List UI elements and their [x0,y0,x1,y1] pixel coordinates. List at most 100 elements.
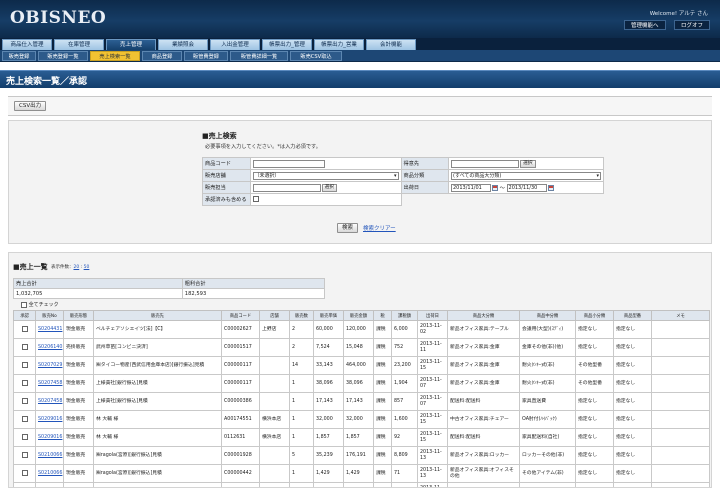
column-header: 販売No [35,310,64,321]
cell-code: C00000117 [221,356,260,375]
cell-no: S0206140 [35,338,64,357]
tab-accounting[interactable]: 会計機能 [366,39,416,50]
approve-checkbox[interactable] [21,361,28,368]
include-approved-label: 承認済みも含める [202,193,251,206]
cell-cat3: その他型番 [575,356,614,375]
tab-purchase[interactable]: 商品仕入管理 [2,39,52,50]
cell-amount: 1,857 [343,428,374,447]
tab-payments[interactable]: 入出金管理 [210,39,260,50]
cell-cat1: 新品オフィス家具:金庫 [447,374,520,393]
cell-amount: 1,429 [343,464,374,483]
store-select[interactable]: （未選択） ▾ [252,171,399,180]
page-size-20-link[interactable]: 20 [74,265,80,270]
sales-no-link[interactable]: S0207458 [38,381,62,386]
tab-sales[interactable]: 売上管理 [106,39,156,50]
column-header: 商品小分類 [575,310,614,321]
search-button[interactable]: 検索 [337,223,359,233]
approve-checkbox[interactable] [21,325,28,332]
approve-checkbox[interactable] [21,415,28,422]
supplier-input[interactable] [451,159,519,168]
subtab-expense-list[interactable]: 販管費詳細一覧 [230,51,288,61]
category-select[interactable]: (すべての商品大分類) ▾ [451,171,601,180]
subtab-expense-entry[interactable]: 販管費登録 [184,51,228,61]
sales-no-link[interactable]: S0210066 [38,453,62,458]
cell-no: S0204431 [35,320,64,339]
tab-performance[interactable]: 業績照会 [158,39,208,50]
search-clear-link[interactable]: 検索クリアー [363,224,396,232]
approve-checkbox[interactable] [21,379,28,386]
tab-reports-admin[interactable]: 帳票出力_管理 [262,39,312,50]
subtab-sales-entry[interactable]: 販売登録 [2,51,36,61]
cell-date: 2013-11-13 [417,482,448,487]
cell-no: S0207029 [35,356,64,375]
supplier-select-button[interactable]: 選択 [520,159,536,168]
tab-inventory[interactable]: 在庫管理 [54,39,104,50]
cell-model: 指定なし [613,356,652,375]
cell-type: 現金販売 [63,410,94,429]
csv-export-button[interactable]: CSV出力 [14,101,47,111]
column-header: 商品コード [221,310,260,321]
cell-code: C00000386 [221,392,260,411]
product-code-input[interactable] [252,159,325,168]
cell-cat1: 配送料:配送料 [447,392,520,411]
date-from-input[interactable]: 2013/11/01 [451,183,491,192]
sales-no-link[interactable]: S0207029 [38,363,62,368]
cell-no: S0207458 [35,374,64,393]
subtab-csv-import[interactable]: 販売CSV取込 [290,51,342,61]
approve-checkbox[interactable] [21,469,28,476]
staff-select-button[interactable]: 選択 [321,183,338,192]
sales-no-link[interactable]: S0207458 [38,399,62,404]
logout-button[interactable]: ログオフ [674,20,711,30]
cell-tax-amt: 23,200 [391,356,418,375]
sales-no-link[interactable]: S0210066 [38,471,62,476]
cell-cat2: 耐火ﾀﾝｷｰ式(非) [519,374,576,393]
cell-amount: 120,000 [343,320,374,339]
approve-cell [13,356,36,375]
cell-cat3: 指定なし [575,320,614,339]
cell-store: 上野店 [259,320,290,339]
cell-tax: 課税 [373,482,392,487]
cell-cat2: 家具直送費 [519,392,576,411]
cell-store [259,482,290,487]
subtab-sales-entry-list[interactable]: 販売登録一覧 [38,51,88,61]
cell-price: 8,572 [313,482,344,487]
cell-customer: 上様貴社[銀行振込]見積 [93,374,222,393]
sales-no-link[interactable]: S0209016 [38,435,62,440]
cell-cat3: 指定なし [575,482,614,487]
cell-price: 1,429 [313,464,344,483]
include-approved-checkbox[interactable] [252,196,259,203]
tab-reports-sales[interactable]: 帳票出力_営業 [314,39,364,50]
page-size-50-link[interactable]: 50 [84,265,90,270]
search-panel: ■売上検索 必要事項を入力してください。*は入力必須です。 商品コード 得意先 … [8,120,712,244]
cell-customer: ベルチェアソシエイツ[法]【C】 [93,320,222,339]
table-body: S0204431 現金販売 ベルチェアソシエイツ[法]【C】 C00002627 上野店… [13,320,710,487]
gross-profit-value: 182,593 [181,288,326,299]
approve-checkbox[interactable] [21,451,28,458]
cell-type: 現金販売 [63,482,94,487]
sales-no-link[interactable]: S0209016 [38,417,62,422]
cell-qty: 2 [289,338,314,357]
calendar-icon[interactable] [492,184,498,191]
check-all[interactable]: 全てチェック [21,301,59,308]
cell-tax: 課税 [373,374,392,393]
subtab-product-entry[interactable]: 商品登録 [142,51,182,61]
cell-memo [651,320,710,339]
approve-checkbox[interactable] [21,397,28,404]
cell-model: 指定なし [613,428,652,447]
approve-checkbox[interactable] [21,343,28,350]
subtab-sales-search[interactable]: 売上検索一覧 [90,51,140,61]
sales-no-link[interactable]: S0206140 [38,345,62,350]
cell-no: S0210066 [35,464,64,483]
staff-input[interactable] [252,183,321,192]
cell-tax: 課税 [373,446,392,465]
cell-tax-amt: 6,000 [391,320,418,339]
approve-checkbox[interactable] [21,433,28,440]
cell-code: C00001517 [221,338,260,357]
calendar-icon[interactable] [547,184,554,191]
check-all-checkbox[interactable] [21,301,27,308]
sales-no-link[interactable]: S0204431 [38,327,62,332]
admin-button[interactable]: 管理機能へ [624,20,666,30]
chevron-down-icon: ▾ [596,172,599,179]
date-separator: ～ [499,185,505,191]
date-to-input[interactable]: 2013/11/30 [506,183,547,192]
